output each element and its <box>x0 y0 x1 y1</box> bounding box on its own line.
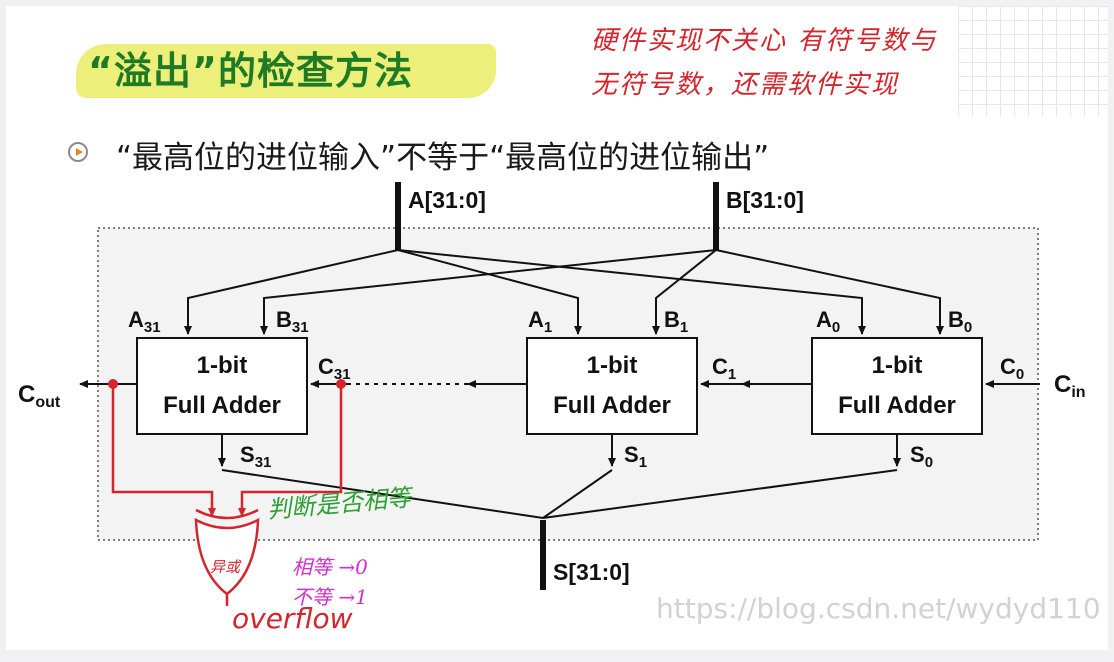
note-unequal: 不等 →1 <box>292 585 368 609</box>
bus-b-label: B[31:0] <box>726 187 804 213</box>
junction-c31 <box>336 379 346 389</box>
adder-diagram: A[31:0] B[31:0] S[31:0] 1-bit Full Adder… <box>18 182 1086 635</box>
full-adder-1: 1-bit Full Adder <box>526 337 698 435</box>
label-cin: Cin <box>1054 371 1086 401</box>
adder-0-line2: Full Adder <box>838 392 956 419</box>
adder-1-line1: 1-bit <box>587 352 638 379</box>
note-equal: 相等 →0 <box>292 555 368 579</box>
adder-0-line1: 1-bit <box>872 352 923 379</box>
bus-s-label: S[31:0] <box>553 559 630 585</box>
full-adder-0: 1-bit Full Adder <box>811 337 983 435</box>
label-cout: Cout <box>18 381 61 411</box>
full-adder-31: 1-bit Full Adder <box>136 337 308 435</box>
bus-a-label: A[31:0] <box>408 187 486 213</box>
slide-canvas: “溢出”的检查方法 硬件实现不关心 有符号数与 无符号数，还需软件实现 “最高位… <box>0 0 1114 662</box>
adder-31-line1: 1-bit <box>197 352 248 379</box>
adder-31-line2: Full Adder <box>163 392 281 419</box>
xor-gate-label: 异或 <box>210 558 242 576</box>
junction-cout <box>108 379 118 389</box>
adder-1-line2: Full Adder <box>553 392 671 419</box>
